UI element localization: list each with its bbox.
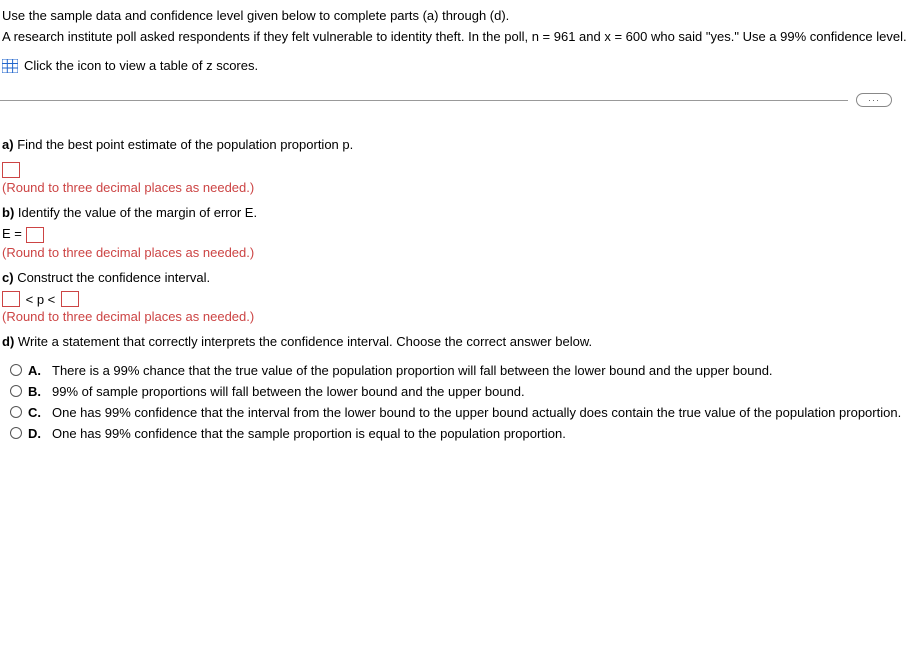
part-a-text: Find the best point estimate of the popu… bbox=[17, 137, 353, 152]
part-d-label: d) bbox=[2, 334, 14, 349]
divider-line bbox=[0, 100, 848, 101]
part-d-text: Write a statement that correctly interpr… bbox=[18, 334, 592, 349]
radio-a[interactable] bbox=[10, 364, 22, 376]
part-a: a) Find the best point estimate of the p… bbox=[0, 137, 922, 152]
option-d[interactable]: D. One has 99% confidence that the sampl… bbox=[10, 426, 922, 441]
option-b[interactable]: B. 99% of sample proportions will fall b… bbox=[10, 384, 922, 399]
intro-line-1: Use the sample data and confidence level… bbox=[0, 8, 922, 23]
part-d: d) Write a statement that correctly inte… bbox=[0, 334, 922, 349]
option-b-text: 99% of sample proportions will fall betw… bbox=[52, 384, 922, 399]
radio-d[interactable] bbox=[10, 427, 22, 439]
part-b-text: Identify the value of the margin of erro… bbox=[18, 205, 257, 220]
part-c-lower-input[interactable] bbox=[2, 291, 20, 307]
option-d-label: D. bbox=[28, 426, 44, 441]
part-b-equation-prefix: E = bbox=[2, 226, 22, 241]
divider: ··· bbox=[0, 93, 922, 107]
option-c-text: One has 99% confidence that the interval… bbox=[52, 405, 922, 420]
option-a-text: There is a 99% chance that the true valu… bbox=[52, 363, 922, 378]
part-c-label: c) bbox=[2, 270, 14, 285]
option-a-label: A. bbox=[28, 363, 44, 378]
z-score-table-link[interactable]: Click the icon to view a table of z scor… bbox=[0, 58, 922, 73]
radio-c[interactable] bbox=[10, 406, 22, 418]
part-c: c) Construct the confidence interval. bbox=[0, 270, 922, 285]
option-d-text: One has 99% confidence that the sample p… bbox=[52, 426, 922, 441]
part-c-inequality: < p < bbox=[26, 292, 56, 307]
part-d-options: A. There is a 99% chance that the true v… bbox=[0, 363, 922, 441]
part-c-hint: (Round to three decimal places as needed… bbox=[0, 309, 922, 324]
part-b-label: b) bbox=[2, 205, 14, 220]
radio-b[interactable] bbox=[10, 385, 22, 397]
part-a-label: a) bbox=[2, 137, 14, 152]
part-a-input[interactable] bbox=[2, 162, 20, 178]
part-b-hint: (Round to three decimal places as needed… bbox=[0, 245, 922, 260]
z-score-link-text: Click the icon to view a table of z scor… bbox=[24, 58, 258, 73]
part-b-input[interactable] bbox=[26, 227, 44, 243]
table-icon bbox=[2, 59, 18, 73]
part-c-upper-input[interactable] bbox=[61, 291, 79, 307]
part-a-hint: (Round to three decimal places as needed… bbox=[0, 180, 922, 195]
option-c[interactable]: C. One has 99% confidence that the inter… bbox=[10, 405, 922, 420]
option-b-label: B. bbox=[28, 384, 44, 399]
intro-line-2: A research institute poll asked responde… bbox=[0, 29, 922, 44]
part-c-text: Construct the confidence interval. bbox=[17, 270, 210, 285]
option-a[interactable]: A. There is a 99% chance that the true v… bbox=[10, 363, 922, 378]
option-c-label: C. bbox=[28, 405, 44, 420]
part-b: b) Identify the value of the margin of e… bbox=[0, 205, 922, 220]
more-button[interactable]: ··· bbox=[856, 93, 892, 107]
